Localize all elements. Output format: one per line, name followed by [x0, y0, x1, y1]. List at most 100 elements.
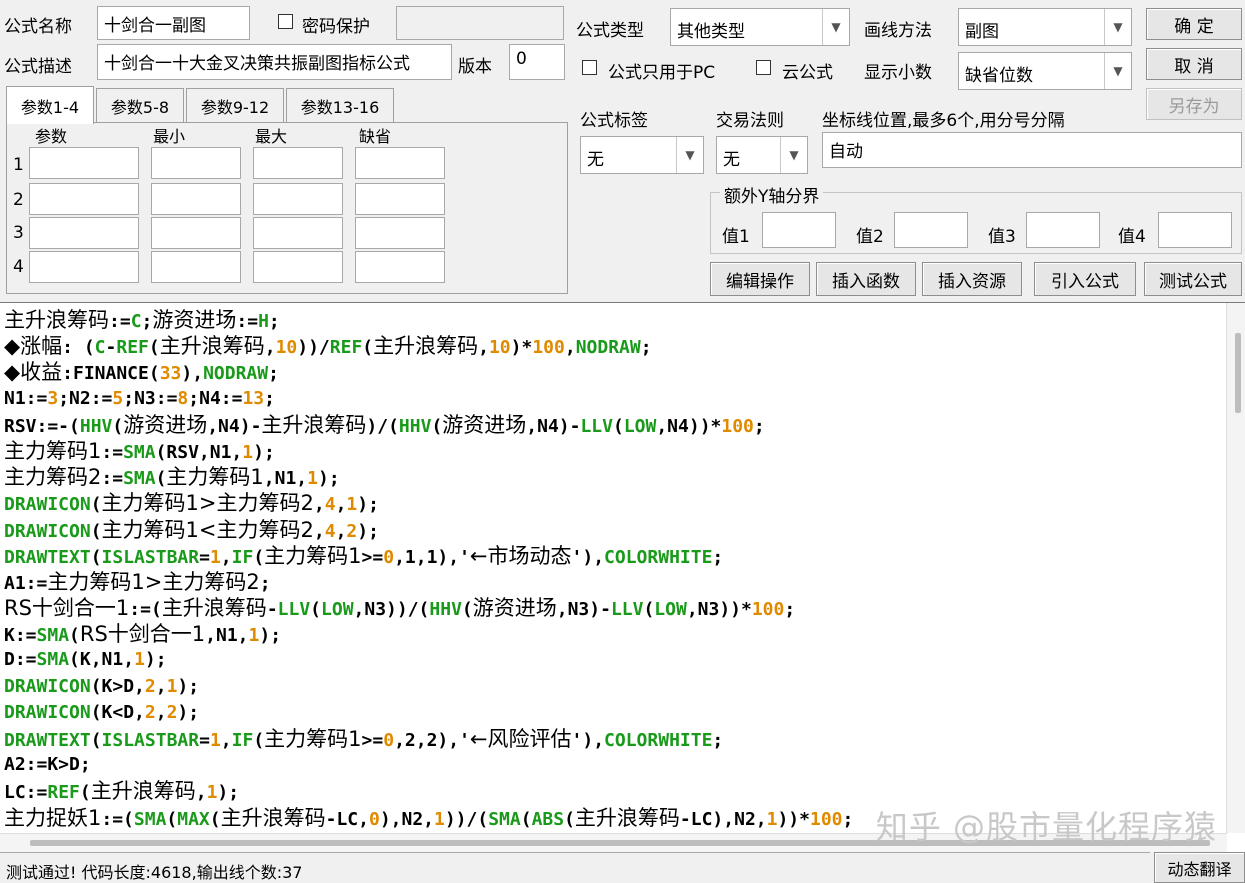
param-4-min[interactable]	[151, 251, 241, 283]
code-text: ;	[753, 415, 765, 437]
decimals-label: 显示小数	[864, 63, 932, 83]
yaxis-label-1: 值1	[722, 227, 750, 247]
password-input[interactable]	[396, 6, 564, 40]
yaxis-input-1[interactable]	[762, 212, 836, 248]
param-3-name[interactable]	[29, 217, 139, 249]
code-lines: 主升浪筹码:=C;游资进场:=H; ◆涨幅: (C-REF(主升浪筹码,10))/…	[4, 307, 1225, 831]
yaxis-input-2[interactable]	[894, 212, 968, 248]
code-number: 1	[248, 625, 260, 647]
yaxis-input-3[interactable]	[1026, 212, 1100, 248]
scroll-thumb[interactable]	[1235, 333, 1241, 413]
version-input[interactable]: 0	[509, 44, 565, 80]
param-1-min[interactable]	[151, 147, 241, 179]
yaxis-label-3: 值3	[988, 227, 1016, 247]
code-line: ◆涨幅: (C-REF(主升浪筹码,10))/REF(主升浪筹码,10)*100…	[4, 333, 1225, 359]
code-text: 主升浪筹码	[373, 334, 479, 359]
yaxis-label-2: 值2	[856, 227, 884, 247]
dynamic-translate-button[interactable]: 动态翻译	[1154, 852, 1245, 883]
code-function: H	[258, 311, 269, 332]
ok-button[interactable]: 确 定	[1146, 8, 1242, 40]
chevron-down-icon: ▼	[1104, 53, 1131, 89]
param-row-label: 2	[13, 190, 24, 210]
import-formula-button[interactable]: 引入公式	[1034, 262, 1136, 296]
code-text: ,	[335, 494, 347, 516]
param-2-name[interactable]	[29, 183, 139, 215]
param-3-min[interactable]	[151, 217, 241, 249]
code-line: A2:=K>D;	[4, 752, 1225, 778]
desc-input[interactable]: 十剑合一十大金叉决策共振副图指标公式	[97, 44, 452, 80]
code-text: (	[90, 730, 102, 751]
code-text: 游资进场	[123, 412, 208, 437]
param-4-max[interactable]	[253, 251, 343, 283]
param-3-max[interactable]	[253, 217, 343, 249]
tab-params-1-4[interactable]: 参数1-4	[6, 86, 94, 124]
code-text: ;	[784, 599, 796, 621]
code-number: 1	[307, 468, 318, 490]
code-number: 1	[766, 808, 778, 830]
code-text: ))/(	[444, 808, 489, 830]
param-2-max[interactable]	[253, 183, 343, 215]
code-function: SMA	[123, 468, 156, 490]
param-4-default[interactable]	[355, 251, 445, 283]
draw-select[interactable]: 副图 ▼	[958, 8, 1132, 46]
param-2-default[interactable]	[355, 183, 445, 215]
yaxis-input-4[interactable]	[1158, 212, 1232, 248]
insert-func-button[interactable]: 插入函数	[816, 262, 916, 296]
tab-params-9-12[interactable]: 参数9-12	[186, 88, 284, 122]
code-line: DRAWICON(K>D,2,1);	[4, 674, 1225, 700]
code-text: (	[166, 808, 178, 830]
code-function: C	[130, 311, 142, 332]
status-bar: 测试通过! 代码长度:4618,输出线个数:37	[0, 852, 1150, 883]
code-line: DRAWTEXT(ISLASTBAR=1,IF(主力筹码1>=0,2,2),'←…	[4, 726, 1225, 752]
name-input[interactable]: 十剑合一副图	[97, 6, 250, 40]
password-checkbox[interactable]	[278, 14, 293, 29]
code-number: 2	[144, 675, 156, 697]
code-text: 主升浪筹码	[161, 596, 267, 621]
code-function: SMA	[488, 808, 521, 830]
code-text: N1:=	[4, 387, 48, 409]
code-text: ,	[195, 782, 207, 804]
code-text: :=(	[129, 599, 162, 621]
code-line: A1:=主力筹码1>主力筹码2;	[4, 569, 1225, 595]
param-4-name[interactable]	[29, 251, 139, 283]
code-function: HHV	[79, 415, 113, 437]
test-formula-button[interactable]: 测试公式	[1144, 262, 1242, 296]
code-function: ISLASTBAR	[101, 730, 200, 751]
code-text: ,	[155, 701, 167, 723]
edit-ops-button[interactable]: 编辑操作	[710, 262, 810, 296]
code-number: 100	[751, 599, 785, 621]
tab-params-13-16[interactable]: 参数13-16	[286, 88, 394, 122]
cloud-checkbox[interactable]	[756, 60, 771, 75]
code-editor[interactable]: 主升浪筹码:=C;游资进场:=H; ◆涨幅: (C-REF(主升浪筹码,10))/…	[0, 302, 1245, 852]
param-row-label: 3	[13, 223, 24, 243]
code-text: ))*	[777, 808, 810, 830]
param-1-max[interactable]	[253, 147, 343, 179]
param-1-name[interactable]	[29, 147, 139, 179]
chevron-down-icon: ▼	[1104, 9, 1131, 45]
param-2-min[interactable]	[151, 183, 241, 215]
code-text: ,	[564, 337, 576, 359]
code-text: ;	[268, 311, 280, 332]
tag-select[interactable]: 无 ▼	[580, 136, 704, 174]
code-text: 主力筹码2	[4, 465, 102, 490]
vertical-scrollbar[interactable]	[1226, 303, 1245, 833]
trade-select[interactable]: 无 ▼	[716, 136, 808, 174]
decimals-select[interactable]: 缺省位数 ▼	[958, 52, 1132, 90]
param-row-label: 1	[13, 155, 24, 175]
tab-params-5-8[interactable]: 参数5-8	[96, 88, 184, 122]
code-text: 主力捉妖1	[4, 805, 102, 830]
coord-input[interactable]: 自动	[822, 132, 1242, 168]
code-text: ;N2:=	[58, 387, 113, 409]
code-text: ,	[264, 337, 276, 359]
param-1-default[interactable]	[355, 147, 445, 179]
type-select[interactable]: 其他类型 ▼	[670, 8, 850, 46]
cancel-button[interactable]: 取 消	[1146, 48, 1242, 80]
save-as-button[interactable]: 另存为	[1146, 88, 1242, 120]
insert-res-button[interactable]: 插入资源	[922, 262, 1022, 296]
code-text: );	[217, 782, 240, 804]
pc-only-checkbox[interactable]	[582, 60, 597, 75]
code-text: ,	[335, 520, 347, 542]
code-text: D:=	[4, 649, 37, 671]
param-3-default[interactable]	[355, 217, 445, 249]
code-text: 主升浪筹码	[4, 308, 109, 332]
